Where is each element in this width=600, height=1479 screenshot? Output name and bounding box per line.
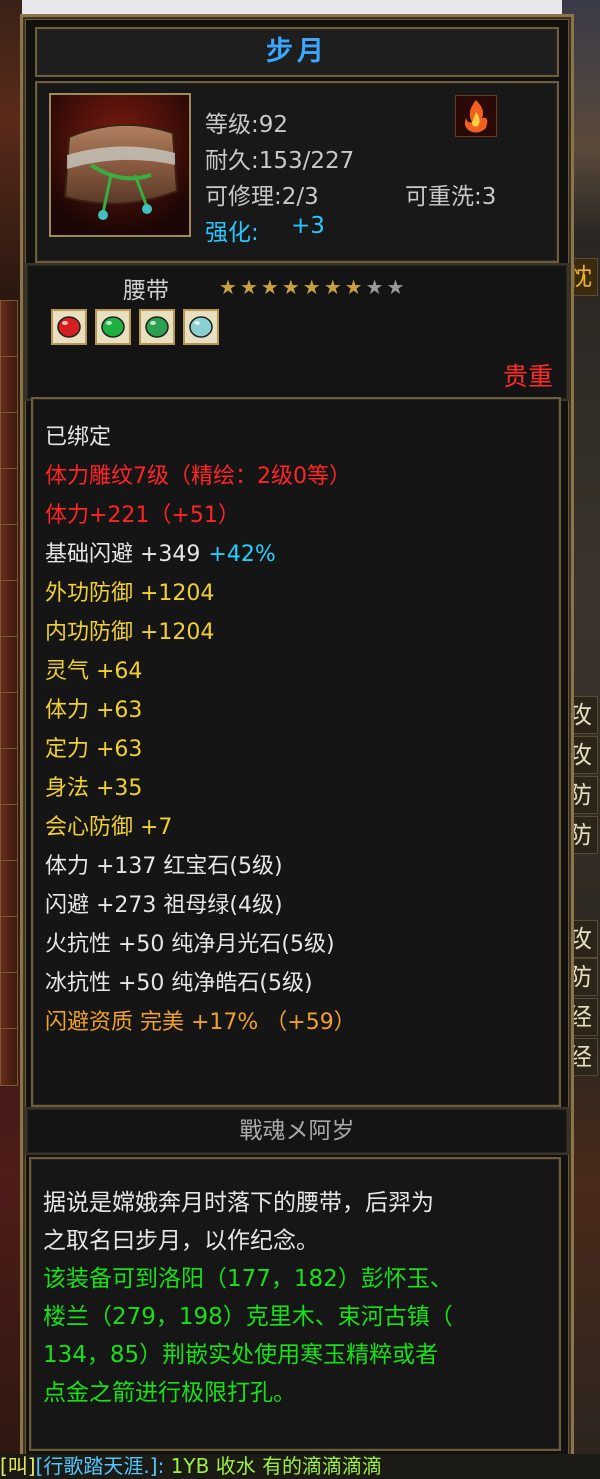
description-hint-line: 该装备可到洛阳（177，182）彭怀玉、 [43, 1266, 453, 1292]
skill-slot[interactable] [0, 860, 18, 918]
attribute-text: 外功防御 +1204 [45, 581, 215, 606]
star-filled-icon: ★ [323, 275, 345, 299]
chat-message: 有的滴滴滴滴 [262, 1454, 383, 1478]
skill-slot[interactable] [0, 468, 18, 526]
skill-slot[interactable] [0, 972, 18, 1030]
description-panel: 据说是嫦娥奔月时落下的腰带，后羿为 之取名曰步月，以作纪念。该装备可到洛阳（177… [29, 1157, 561, 1451]
item-level: 等级:92 [205, 112, 289, 138]
attribute-text: 内功防御 +1204 [45, 620, 215, 645]
star-filled-icon: ★ [219, 275, 240, 299]
skill-slot[interactable] [0, 692, 18, 750]
star-empty-icon: ★ [365, 275, 387, 299]
chat-speaker[interactable]: 1YB 收水 [171, 1454, 256, 1478]
attribute-text: 定力 +63 [45, 737, 143, 762]
description-line: 之取名曰步月，以作纪念。 [43, 1228, 319, 1254]
attribute-text: 体力 +63 [45, 698, 143, 723]
attribute-line: 冰抗性 +50 纯净皓石(5级) [45, 965, 313, 997]
skill-slot[interactable] [0, 916, 18, 974]
attribute-line: 闪避资质 完美 +17% （+59） [45, 1004, 356, 1036]
chat-prefix: [叫] [0, 1454, 36, 1478]
chat-line[interactable]: [叫][行歌踏天涯.]: 1YB 收水 有的滴滴滴滴 [0, 1454, 600, 1479]
moonstone-gem-icon[interactable] [183, 309, 219, 345]
skill-slot[interactable] [0, 412, 18, 470]
chat-channel[interactable]: [行歌踏天涯.]: [36, 1454, 165, 1478]
enhance-label: 强化: [205, 220, 259, 246]
item-quality: 贵重 [502, 362, 553, 391]
item-maker: 戰魂メ阿岁 [239, 1118, 355, 1144]
skill-slot[interactable] [0, 1028, 18, 1086]
belt-icon [49, 93, 191, 237]
description-line: 据说是嫦娥奔月时落下的腰带，后羿为 [43, 1190, 434, 1216]
skill-slot[interactable] [0, 356, 18, 414]
item-type: 腰带 [123, 278, 169, 304]
attribute-line: 基础闪避 +349 +42% [45, 536, 276, 568]
description-hint-line: 134，85）荆嵌实处使用寒玉精粹或者 [43, 1342, 439, 1368]
star-filled-icon: ★ [281, 275, 303, 299]
fire-element-icon [455, 95, 497, 137]
skill-slot[interactable] [0, 524, 18, 582]
attribute-line: 灵气 +64 [45, 653, 142, 685]
attribute-text: 冰抗性 +50 纯净皓石(5级) [45, 971, 313, 996]
attribute-bonus: +42% [208, 542, 276, 567]
attribute-text: 体力+221（+51） [45, 503, 240, 528]
emerald-gem-icon[interactable] [95, 309, 131, 345]
attribute-text: 身法 +35 [45, 776, 143, 801]
jade-gem-icon[interactable] [139, 309, 175, 345]
attribute-text: 体力雕纹7级（精绘：2级0等） [45, 464, 351, 489]
star-filled-icon: ★ [302, 275, 324, 299]
star-filled-icon: ★ [260, 275, 282, 299]
attribute-line: 体力雕纹7级（精绘：2级0等） [45, 458, 351, 490]
maker-panel: 戰魂メ阿岁 [25, 1107, 569, 1155]
skill-slot[interactable] [0, 580, 18, 638]
attribute-line: 会心防御 +7 [45, 809, 172, 841]
star-rating: ★★★★★★★★★ [219, 275, 407, 299]
attribute-text: 闪避 +273 祖母绿(4级) [45, 893, 283, 918]
skill-slot[interactable] [0, 636, 18, 694]
item-type-panel: 腰带 ★★★★★★★★★ 贵重 [25, 263, 569, 401]
star-filled-icon: ★ [239, 275, 261, 299]
ruby-gem-icon[interactable] [51, 309, 87, 345]
attribute-text: 体力 +137 红宝石(5级) [45, 854, 283, 879]
attribute-line: 内功防御 +1204 [45, 614, 214, 646]
attribute-line: 定力 +63 [45, 731, 142, 763]
item-info-panel: 等级:92 耐久:153/227 可修理:2/3 可重洗:3 强化: +3 [35, 81, 559, 263]
description-hint-line: 楼兰（279，198）克里木、束河古镇（ [43, 1304, 453, 1330]
attributes-panel: 已绑定体力雕纹7级（精绘：2级0等） 体力+221（+51） 基础闪避 +349 +4… [31, 397, 561, 1107]
item-durability: 耐久:153/227 [205, 148, 355, 174]
attribute-line: 体力 +63 [45, 692, 142, 724]
attribute-text: 闪避资质 完美 +17% （+59） [45, 1010, 356, 1035]
item-repair-count: 可修理:2/3 [205, 184, 319, 210]
skill-slot[interactable] [0, 804, 18, 862]
attribute-line: 火抗性 +50 纯净月光石(5级) [45, 926, 335, 958]
title-bar: 步月 [35, 27, 559, 77]
item-tooltip: 步月 等级:92 耐久:153/227 可修理:2/3 可重洗:3 强化: +3… [20, 14, 574, 1475]
attribute-text: 火抗性 +50 纯净月光石(5级) [45, 932, 335, 957]
star-empty-icon: ★ [386, 275, 408, 299]
star-filled-icon: ★ [344, 275, 366, 299]
skill-slot[interactable] [0, 748, 18, 806]
attribute-text: 会心防御 +7 [45, 815, 173, 840]
attribute-line: 已绑定 [45, 419, 111, 451]
item-rewash-count: 可重洗:3 [405, 184, 497, 210]
attribute-line: 体力 +137 红宝石(5级) [45, 848, 283, 880]
attribute-text: 灵气 +64 [45, 659, 143, 684]
attribute-line: 身法 +35 [45, 770, 142, 802]
skill-slot[interactable] [0, 300, 18, 358]
attribute-line: 闪避 +273 祖母绿(4级) [45, 887, 283, 919]
attribute-line: 体力+221（+51） [45, 497, 240, 529]
attribute-text: 基础闪避 +349 [45, 542, 201, 567]
attribute-line: 外功防御 +1204 [45, 575, 214, 607]
enhance-value: +3 [291, 213, 325, 239]
item-name: 步月 [266, 36, 328, 67]
attribute-text: 已绑定 [45, 425, 112, 450]
description-hint-line: 点金之箭进行极限打孔。 [43, 1380, 296, 1406]
